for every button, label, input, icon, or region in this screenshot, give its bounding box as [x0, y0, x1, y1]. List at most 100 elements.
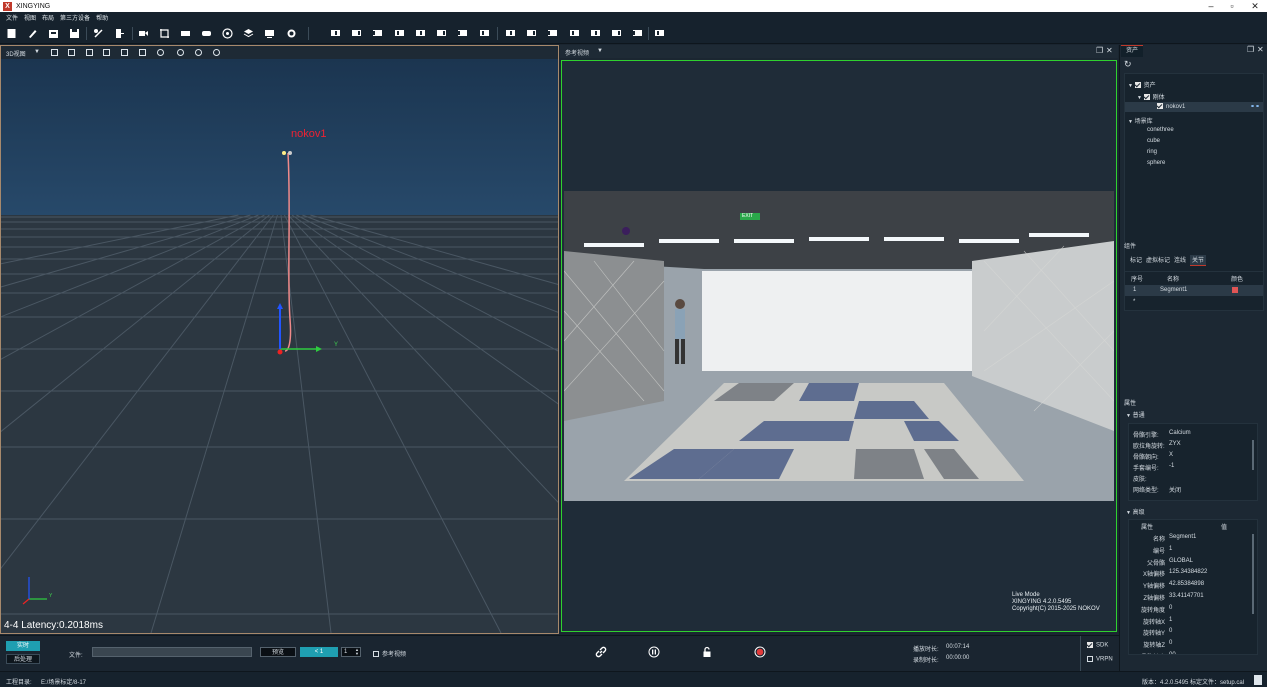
adv-prop-value[interactable]: 33.41147701: [1169, 593, 1204, 599]
post-process-button[interactable]: 后处理: [6, 654, 40, 664]
basic-prop-value[interactable]: 关闭: [1169, 485, 1181, 494]
lock-icon[interactable]: [526, 28, 537, 39]
maximize-button[interactable]: ▫: [1220, 0, 1244, 12]
scene-item[interactable]: cube: [1147, 138, 1160, 144]
gauge-icon[interactable]: [590, 28, 601, 39]
view-top-icon[interactable]: [121, 49, 128, 56]
frame-step-button[interactable]: < 1: [300, 647, 338, 657]
tab-markers[interactable]: 标记: [1130, 255, 1142, 266]
checkbox-icon[interactable]: [373, 651, 379, 658]
checkbox-icon[interactable]: [1087, 642, 1093, 648]
tab-assets[interactable]: 资产: [1121, 45, 1144, 57]
close-panel-icon[interactable]: ✕: [1257, 45, 1264, 54]
reset-view-icon[interactable]: [157, 49, 164, 56]
adv-prop-value[interactable]: 0: [1169, 628, 1172, 634]
view-back-icon[interactable]: [68, 49, 75, 56]
adv-prop-value[interactable]: 0: [1169, 640, 1172, 646]
checkbox-icon[interactable]: [1157, 103, 1163, 110]
menu-layout[interactable]: 布局: [42, 13, 54, 22]
ref-video-checkbox[interactable]: 参考视频: [373, 649, 406, 658]
scene-item[interactable]: ring: [1147, 149, 1157, 155]
3d-view-title[interactable]: 3D视图: [6, 49, 26, 58]
menu-file[interactable]: 文件: [6, 13, 18, 22]
chevron-down-icon[interactable]: ▼: [34, 49, 40, 55]
bar-chart-icon[interactable]: [632, 28, 643, 39]
new-file-icon[interactable]: [6, 28, 17, 39]
display-icon[interactable]: [351, 28, 362, 39]
crop-icon[interactable]: [180, 28, 191, 39]
grid-icon[interactable]: [457, 28, 468, 39]
keyboard-icon[interactable]: [201, 28, 212, 39]
scene-item[interactable]: conethree: [1147, 127, 1174, 133]
view-right-icon[interactable]: [103, 49, 110, 56]
scrollbar[interactable]: [1252, 440, 1254, 470]
graph-icon[interactable]: [611, 28, 622, 39]
menu-view[interactable]: 视图: [24, 13, 36, 22]
open-icon[interactable]: [48, 28, 59, 39]
chevron-down-icon[interactable]: ▼: [597, 48, 603, 54]
advanced-section-title[interactable]: ▼ 高级: [1126, 507, 1145, 516]
marker-icon[interactable]: [213, 49, 220, 56]
panel-left-icon[interactable]: [415, 28, 426, 39]
tab-virtual-markers[interactable]: 虚拟标记: [1146, 255, 1170, 266]
monitor-icon[interactable]: [286, 28, 297, 39]
checkbox-icon[interactable]: [1087, 656, 1093, 662]
view-left-icon[interactable]: [86, 49, 93, 56]
target-icon[interactable]: [569, 28, 580, 39]
menu-help[interactable]: 帮助: [96, 13, 108, 22]
basic-prop-value[interactable]: Calcium: [1169, 430, 1191, 436]
refresh-icon[interactable]: [243, 28, 254, 39]
video-icon[interactable]: [547, 28, 558, 39]
realtime-button[interactable]: 实时: [6, 641, 40, 651]
refresh-icon[interactable]: ↻: [1124, 59, 1132, 70]
view-bottom-icon[interactable]: [139, 49, 146, 56]
tree-node-assets[interactable]: ▼ 资产: [1128, 80, 1156, 89]
3d-viewport[interactable]: nokov1 Y Y 4-4 Latency:0.2018ms: [1, 59, 558, 633]
tree-node-scene[interactable]: ▼ 场景库: [1128, 116, 1153, 125]
edit-icon[interactable]: [27, 28, 38, 39]
settings-gear-icon[interactable]: [330, 28, 341, 39]
basic-prop-value[interactable]: -1: [1169, 463, 1174, 469]
export-icon[interactable]: [138, 28, 149, 39]
checkbox-icon[interactable]: [1143, 94, 1150, 101]
link-off-icon[interactable]: [114, 28, 125, 39]
tree-item-nokov1[interactable]: nokov1 ⚭⚭: [1125, 102, 1263, 112]
save-icon[interactable]: [69, 28, 80, 39]
grid2-icon[interactable]: [479, 28, 490, 39]
adv-prop-value[interactable]: 1: [1169, 546, 1172, 552]
video-frame[interactable]: EXIT Live Mode XINGYING 4.2.0.5495 Copyr…: [561, 60, 1117, 632]
keypad-icon[interactable]: [654, 28, 665, 39]
panel-icon[interactable]: [372, 28, 383, 39]
float-window-icon[interactable]: ❐: [1247, 45, 1254, 54]
adv-prop-value[interactable]: 0: [1169, 605, 1172, 611]
adv-prop-value[interactable]: Segment1: [1169, 534, 1196, 540]
adv-prop-value[interactable]: 00: [1169, 652, 1176, 654]
camera-icon[interactable]: [159, 28, 170, 39]
sdk-checkbox[interactable]: SDK: [1087, 642, 1108, 649]
scrollbar[interactable]: [1252, 534, 1254, 614]
tab-joints[interactable]: 关节: [1190, 255, 1207, 266]
view-front-icon[interactable]: [51, 49, 58, 56]
record-icon[interactable]: [754, 646, 766, 658]
adv-prop-value[interactable]: GLOBAL: [1169, 558, 1193, 564]
frame-stepper[interactable]: 1 ▲ ▼: [341, 647, 361, 657]
tape-icon[interactable]: [222, 28, 233, 39]
panel-split-icon[interactable]: [394, 28, 405, 39]
document-icon[interactable]: [1254, 675, 1262, 685]
close-pane-icon[interactable]: ✕: [1106, 46, 1113, 55]
basic-prop-value[interactable]: ZYX: [1169, 441, 1181, 447]
panel-right-icon[interactable]: [436, 28, 447, 39]
stepper-arrows-icon[interactable]: ▲ ▼: [355, 648, 359, 656]
scene-item[interactable]: sphere: [1147, 160, 1165, 166]
tree-node-rigid[interactable]: ▼ 刚体: [1137, 92, 1165, 101]
float-window-icon[interactable]: ❐: [1096, 46, 1103, 55]
grid3-icon[interactable]: [505, 28, 516, 39]
close-window-button[interactable]: ✕: [1243, 0, 1267, 12]
save-as-icon[interactable]: [93, 28, 104, 39]
adv-prop-value[interactable]: 125.34384822: [1169, 569, 1207, 575]
file-path-input[interactable]: [92, 647, 252, 657]
skeleton-icon[interactable]: [195, 49, 202, 56]
vrpn-checkbox[interactable]: VRPN: [1087, 656, 1113, 663]
unlock-icon[interactable]: [701, 646, 713, 658]
checkbox-icon[interactable]: [1134, 82, 1141, 89]
